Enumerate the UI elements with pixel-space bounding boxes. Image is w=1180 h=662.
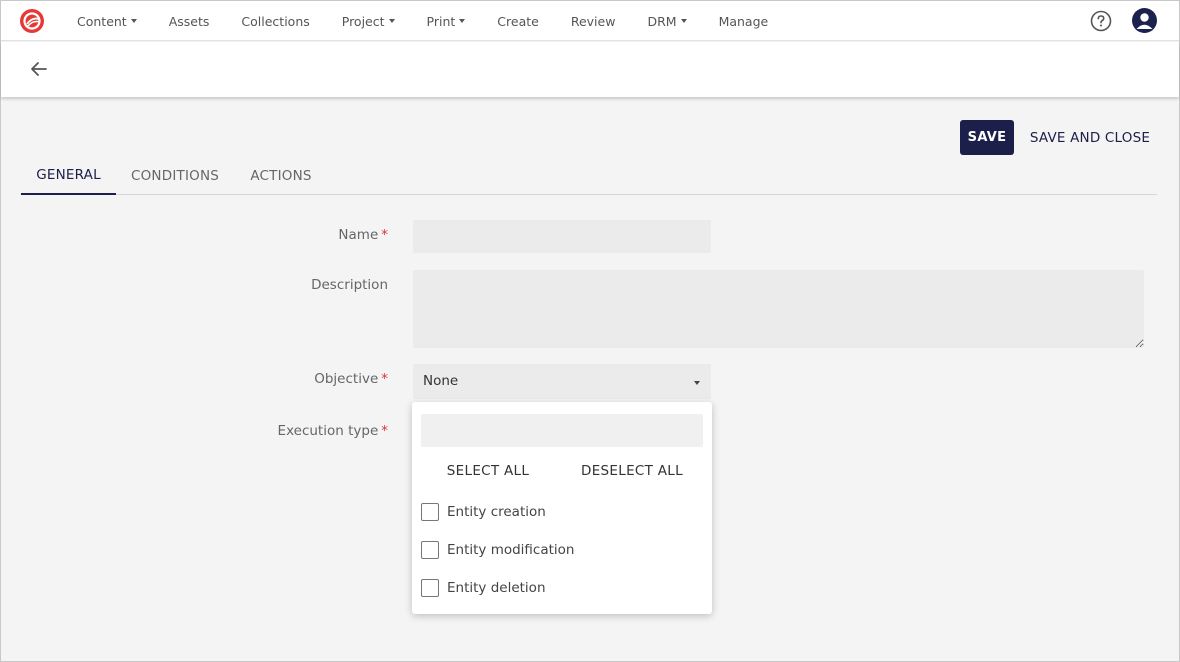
objective-dropdown-menu: SELECT ALL DESELECT ALL Entity creation … — [412, 402, 712, 614]
select-all-button[interactable]: SELECT ALL — [432, 460, 544, 482]
execution-type-label: Execution type * — [188, 423, 388, 439]
tab-conditions[interactable]: CONDITIONS — [124, 156, 226, 195]
checkbox[interactable] — [421, 579, 439, 597]
nav-item-label: Create — [497, 13, 539, 29]
checkbox[interactable] — [421, 541, 439, 559]
caret-down-icon — [680, 19, 687, 23]
objective-select-value: None — [423, 373, 459, 389]
option-entity-modification[interactable]: Entity modification — [421, 540, 575, 560]
objective-label-text: Objective — [314, 371, 379, 387]
option-label: Entity creation — [447, 504, 546, 520]
tab-actions[interactable]: ACTIONS — [243, 156, 319, 195]
nav-item-label: Manage — [718, 13, 769, 29]
name-label: Name * — [188, 227, 388, 243]
caret-down-icon — [459, 19, 466, 23]
nav-item-drm[interactable]: DRM — [631, 1, 702, 41]
nav-item-label: Project — [341, 13, 385, 29]
top-navigation-bar: Content Assets Collections Project Print… — [1, 1, 1179, 41]
user-silhouette-icon — [1136, 13, 1153, 29]
description-label-text: Description — [311, 277, 388, 293]
deselect-all-button[interactable]: DESELECT ALL — [574, 460, 690, 482]
caret-down-icon — [388, 19, 395, 23]
tab-label: CONDITIONS — [130, 167, 220, 184]
required-marker: * — [381, 227, 388, 243]
required-marker: * — [381, 371, 388, 387]
nav-item-print[interactable]: Print — [411, 1, 482, 41]
nav-item-label: Content — [77, 13, 127, 29]
required-marker: * — [381, 423, 388, 439]
arrow-left-icon[interactable] — [28, 58, 50, 80]
name-label-text: Name — [338, 227, 379, 243]
nav-item-review[interactable]: Review — [555, 1, 632, 41]
page-header — [1, 42, 1179, 97]
dropdown-search-input[interactable] — [421, 414, 703, 447]
save-and-close-button[interactable]: SAVE AND CLOSE — [1023, 120, 1157, 155]
nav-item-project[interactable]: Project — [326, 1, 411, 41]
nav-item-assets[interactable]: Assets — [153, 1, 226, 41]
nav-item-content[interactable]: Content — [61, 1, 153, 41]
option-label: Entity modification — [447, 542, 575, 558]
help-circle-icon[interactable] — [1090, 10, 1112, 32]
option-entity-creation[interactable]: Entity creation — [421, 502, 546, 522]
checkbox[interactable] — [421, 503, 439, 521]
description-textarea[interactable] — [413, 270, 1144, 348]
name-input[interactable] — [413, 220, 711, 253]
nav-item-create[interactable]: Create — [481, 1, 555, 41]
user-avatar-icon[interactable] — [1132, 8, 1157, 33]
nav-item-collections[interactable]: Collections — [225, 1, 325, 41]
option-entity-deletion[interactable]: Entity deletion — [421, 578, 546, 598]
objective-label: Objective * — [188, 371, 388, 387]
execution-type-label-text: Execution type — [277, 423, 379, 439]
caret-down-icon — [694, 381, 700, 385]
save-button[interactable]: SAVE — [960, 120, 1014, 155]
tab-general[interactable]: GENERAL — [21, 156, 116, 195]
main-menu: Content Assets Collections Project Print… — [61, 1, 784, 41]
nav-item-label: Collections — [241, 13, 310, 29]
tab-label: GENERAL — [36, 166, 101, 183]
nav-item-label: Review — [570, 13, 616, 29]
nav-item-label: DRM — [647, 13, 677, 29]
tab-bar: GENERAL CONDITIONS ACTIONS — [21, 156, 1157, 195]
nav-item-label: Print — [426, 13, 456, 29]
description-label: Description — [188, 277, 388, 293]
option-label: Entity deletion — [447, 580, 546, 596]
caret-down-icon — [130, 19, 137, 23]
nav-item-label: Assets — [168, 13, 210, 29]
brand-logo-icon[interactable] — [19, 8, 45, 34]
tab-label: ACTIONS — [250, 167, 312, 184]
nav-item-manage[interactable]: Manage — [703, 1, 785, 41]
